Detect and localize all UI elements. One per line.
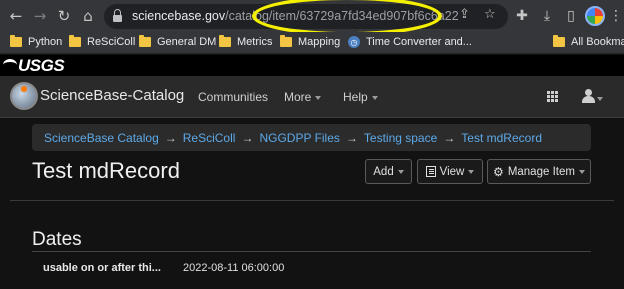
caret-down-icon: [371, 95, 378, 100]
sciencebase-navbar: ScienceBase-Catalog Communities More Hel…: [0, 76, 624, 118]
bookmark-mapping[interactable]: Mapping: [280, 35, 341, 48]
usgs-header: USGS: [0, 55, 624, 76]
folder-icon: [139, 35, 151, 47]
bookmark-python[interactable]: Python: [10, 35, 63, 48]
document-icon: [425, 166, 436, 177]
home-icon[interactable]: ⌂: [78, 6, 98, 26]
nav-label: Help: [343, 90, 368, 104]
bookmark-label: ReSciColl: [87, 36, 136, 48]
bookmark-time-converter[interactable]: ◷ Time Converter and...: [348, 36, 472, 48]
clock-icon: ◷: [348, 36, 360, 48]
page-title: Test mdRecord: [32, 158, 180, 183]
user-icon[interactable]: [582, 88, 603, 106]
bookmark-label: Time Converter and...: [366, 36, 472, 48]
bookmark-rescicoll[interactable]: ReSciColl: [69, 35, 136, 48]
nav-label: Communities: [198, 90, 269, 104]
date-value: 2022-08-11 06:00:00: [183, 262, 285, 274]
share-icon[interactable]: ⇪: [459, 7, 470, 22]
back-icon[interactable]: ←: [6, 6, 26, 26]
gear-icon: ⚙: [493, 164, 504, 179]
manage-item-button[interactable]: ⚙ Manage Item: [487, 159, 591, 184]
browser-toolbar: ← → ↻ ⌂ sciencebase.gov/catalog/item/637…: [0, 0, 624, 36]
bookmark-label: General DM: [157, 36, 217, 48]
profile-avatar[interactable]: [585, 6, 605, 26]
date-label: usable on or after thi...: [43, 262, 161, 274]
nav-communities[interactable]: Communities: [198, 90, 268, 104]
folder-icon: [219, 35, 231, 47]
url-host: sciencebase.gov: [132, 9, 226, 23]
wave-icon: [3, 59, 17, 71]
bookmark-label: Mapping: [298, 36, 341, 48]
breadcrumb-item[interactable]: Testing space: [364, 131, 437, 145]
download-icon[interactable]: ⤓: [537, 6, 557, 26]
view-button[interactable]: View: [417, 159, 483, 184]
caret-down-icon: [315, 95, 322, 100]
forward-icon[interactable]: →: [30, 6, 50, 26]
breadcrumb-item[interactable]: ReSciColl: [183, 131, 236, 145]
breadcrumb-separator: →: [345, 131, 358, 145]
caret-down-icon: [397, 169, 404, 174]
breadcrumb-separator: →: [241, 131, 254, 145]
view-button-label: View: [439, 165, 465, 178]
bookmark-label: All Bookmarks: [571, 36, 624, 48]
breadcrumb-item[interactable]: ScienceBase Catalog: [44, 131, 159, 145]
nav-label: More: [284, 90, 312, 104]
apps-grid-icon[interactable]: [547, 91, 558, 102]
breadcrumb: ScienceBase Catalog → ReSciColl → NGGDPP Fil…: [32, 124, 591, 151]
folder-icon: [10, 35, 22, 47]
usgs-logo[interactable]: USGS: [3, 56, 65, 76]
brand-title[interactable]: ScienceBase-Catalog: [40, 87, 184, 104]
nav-help[interactable]: Help: [343, 90, 378, 104]
add-button[interactable]: Add: [365, 159, 412, 184]
all-bookmarks[interactable]: All Bookmarks: [553, 35, 624, 48]
bookmarks-bar: Python ReSciColl General DM Metrics Mapp…: [0, 32, 624, 54]
side-panel-icon[interactable]: ▯: [561, 6, 581, 26]
sciencebase-globe-icon[interactable]: [10, 82, 38, 110]
folder-icon: [280, 35, 292, 47]
caret-down-icon: [468, 169, 475, 174]
bookmark-label: Metrics: [237, 36, 273, 48]
breadcrumb-separator: →: [164, 131, 177, 145]
folder-icon: [69, 35, 81, 47]
section-divider: [32, 251, 591, 252]
reload-icon[interactable]: ↻: [54, 6, 74, 26]
caret-down-icon: [578, 169, 585, 174]
extensions-icon[interactable]: ✚: [512, 6, 532, 26]
breadcrumb-item[interactable]: NGGDPP Files: [259, 131, 339, 145]
bookmark-label: Python: [28, 36, 63, 48]
manage-item-label: Manage Item: [507, 165, 575, 178]
lock-icon[interactable]: [113, 9, 122, 23]
breadcrumb-item[interactable]: Test mdRecord: [461, 131, 542, 145]
add-button-label: Add: [373, 165, 394, 178]
nav-more[interactable]: More: [284, 90, 322, 104]
menu-icon[interactable]: ⋮: [606, 6, 624, 26]
usgs-logo-text: USGS: [18, 56, 65, 75]
breadcrumb-separator: →: [443, 131, 456, 145]
folder-icon: [553, 35, 565, 47]
bookmark-metrics[interactable]: Metrics: [219, 35, 273, 48]
bookmark-general-dm[interactable]: General DM: [139, 35, 217, 48]
divider: [10, 200, 614, 201]
star-icon[interactable]: ☆: [484, 7, 496, 22]
dates-heading: Dates: [32, 229, 82, 250]
yellow-highlight-ellipse: [252, 0, 442, 36]
